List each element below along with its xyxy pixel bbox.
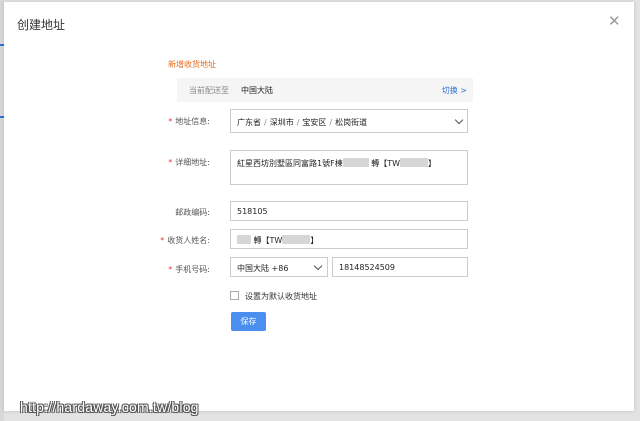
save-button[interactable]: 保存 xyxy=(231,312,266,331)
chevron-down-icon xyxy=(454,115,464,125)
default-address-checkbox[interactable] xyxy=(230,291,239,300)
detail-address-textarea[interactable]: 紅星西坊別墅區同富路1號F棟 轉【TW】 xyxy=(230,150,468,185)
create-address-dialog: 创建地址 ✕ 新增收货地址 当前配送至 中国大陆 切换 > * 地址信息: 广东省… xyxy=(4,2,634,411)
address-region-value: 广东省 / 深圳市 / 宝安区 / 松岗街道 xyxy=(237,118,368,127)
switch-region-link[interactable]: 切换 > xyxy=(442,85,467,96)
chevron-down-icon xyxy=(313,261,323,271)
postal-code-value: 518105 xyxy=(237,207,268,216)
phone-number-input[interactable]: 18148524509 xyxy=(332,257,468,277)
redacted-text xyxy=(237,235,251,244)
address-info-label: * 地址信息: xyxy=(168,117,210,126)
default-address-label: 设置为默认收货地址 xyxy=(245,292,317,301)
postal-code-input[interactable]: 518105 xyxy=(230,201,468,221)
detail-address-label: * 详细地址: xyxy=(168,158,210,167)
address-region-select[interactable]: 广东省 / 深圳市 / 宝安区 / 松岗街道 xyxy=(230,109,468,133)
redacted-text xyxy=(342,158,369,167)
section-title: 新增收货地址 xyxy=(168,60,216,69)
delivery-region-bar: 当前配送至 中国大陆 切换 > xyxy=(177,78,473,102)
recipient-name-input[interactable]: 轉【TW】 xyxy=(230,229,468,249)
watermark-url: http://hardaway.com.tw/blog xyxy=(20,399,199,415)
phone-label: * 手机号码: xyxy=(168,265,210,274)
phone-number-value: 18148524509 xyxy=(339,263,395,272)
recipient-name-value: 轉【TW】 xyxy=(237,235,318,246)
recipient-name-label: * 收货人姓名: xyxy=(160,236,210,245)
region-label: 当前配送至 xyxy=(189,86,229,95)
close-icon[interactable]: ✕ xyxy=(608,14,621,29)
redacted-text xyxy=(282,235,311,244)
redacted-text xyxy=(400,158,429,167)
dialog-title: 创建地址 xyxy=(17,18,66,32)
country-code-select[interactable]: 中国大陆 +86 xyxy=(230,257,328,277)
postal-code-label: 邮政编码: xyxy=(175,208,210,217)
region-value: 中国大陆 xyxy=(241,86,273,95)
country-code-value: 中国大陆 +86 xyxy=(237,264,289,273)
detail-address-value: 紅星西坊別墅區同富路1號F棟 轉【TW】 xyxy=(237,158,437,168)
